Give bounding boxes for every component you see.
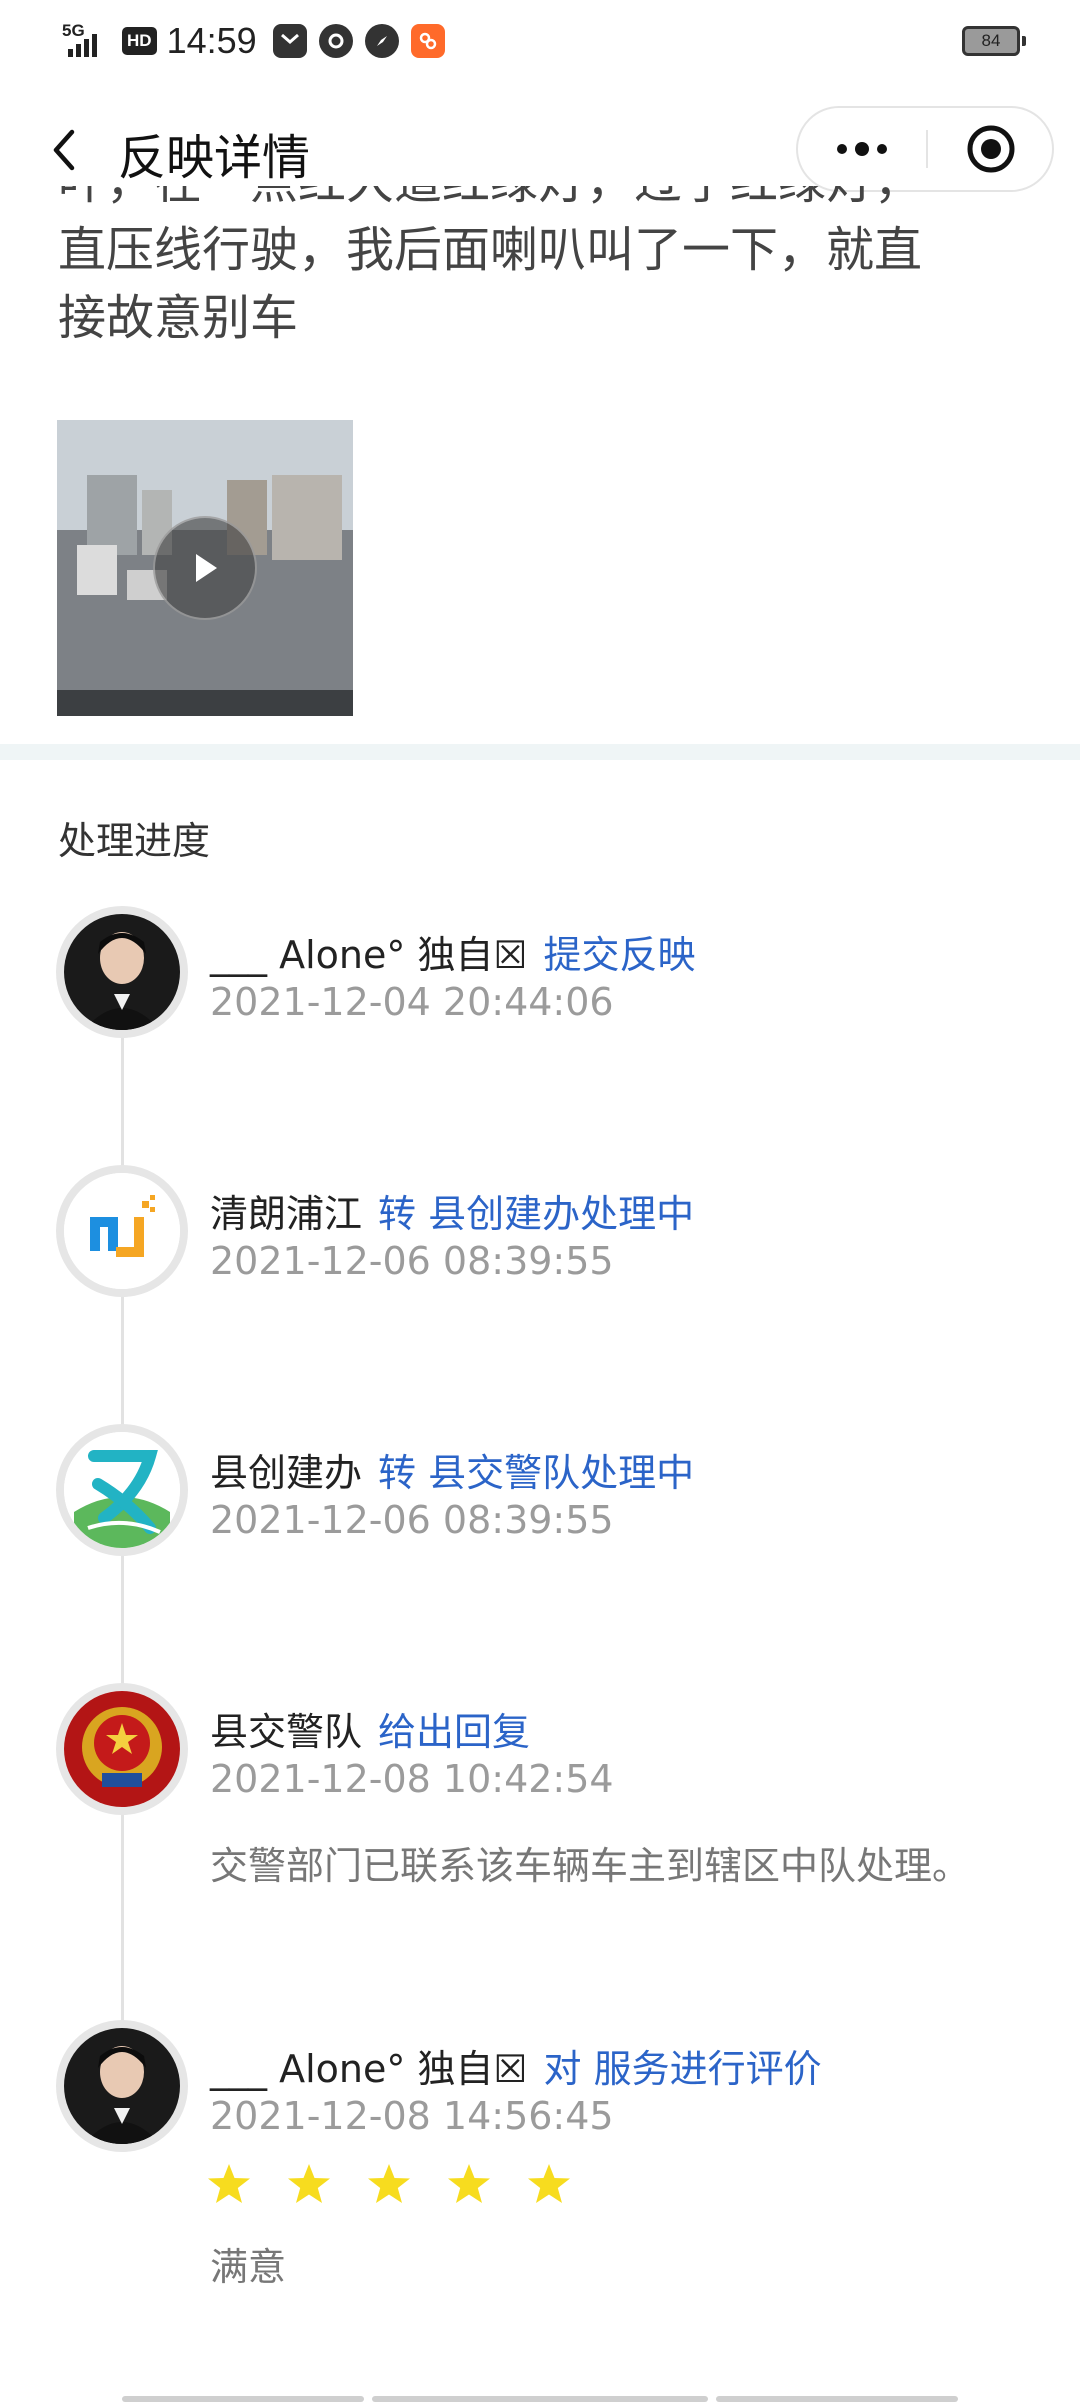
entry-user-name: 清朗浦江: [210, 1192, 363, 1236]
page-title: 反映详情: [118, 130, 311, 186]
rating-label: 满意: [210, 2245, 287, 2289]
play-button[interactable]: [153, 516, 257, 620]
avatar[interactable]: [56, 1165, 188, 1297]
status-bar: 5G HD 14:59 84: [0, 0, 1080, 82]
avatar[interactable]: [56, 906, 188, 1038]
status-left: 5G HD 14:59: [62, 14, 457, 68]
hd-badge: HD: [122, 27, 157, 55]
entry-user-name: ___ Alone° 独自☒: [210, 933, 528, 977]
wenming-logo: [64, 1432, 180, 1548]
star-icon: [208, 2164, 250, 2203]
section-separator: [0, 744, 1080, 760]
entry-timestamp: 2021-12-04 20:44:06: [210, 980, 614, 1024]
entry-user-name: 县交警队: [210, 1710, 363, 1754]
app-notification-icon: [318, 24, 353, 58]
chevron-left-icon: [53, 129, 75, 171]
more-button[interactable]: [798, 108, 926, 190]
bottom-handle: [716, 2396, 958, 2402]
star-icon: [288, 2164, 330, 2203]
target-close-icon: [967, 125, 1015, 173]
entry-action: 提交反映: [543, 933, 696, 977]
avatar[interactable]: [56, 1424, 188, 1556]
user-portrait-image: [64, 2028, 180, 2144]
rating-stars: [206, 2162, 572, 2206]
bottom-handle: [372, 2396, 708, 2402]
entry-timestamp: 2021-12-06 08:39:55: [210, 1239, 614, 1283]
entry-action: 给出回复: [378, 1710, 531, 1754]
qinglang-pujiang-logo: [64, 1173, 180, 1289]
mini-program-capsule: [796, 106, 1054, 192]
entry-timestamp: 2021-12-08 10:42:54: [210, 1757, 614, 1801]
entry-user-name: 县创建办: [210, 1451, 363, 1495]
signal-icon: 5G: [62, 21, 112, 61]
entry-action: 对 服务进行评价: [543, 2047, 822, 2091]
report-description: 叶，在一点红大道红绿灯，过了红绿灯， 直压线行驶，我后面喇叭叫了一下，就直 接故…: [58, 186, 1018, 352]
entry-action: 转 县创建办处理中: [378, 1192, 695, 1236]
progress-section-title: 处理进度: [58, 819, 211, 863]
entry-timestamp: 2021-12-06 08:39:55: [210, 1498, 614, 1542]
police-emblem: [64, 1691, 180, 1807]
play-icon: [196, 554, 217, 582]
user-portrait-image: [64, 914, 180, 1030]
description-line: 直压线行驶，我后面喇叭叫了一下，就直: [58, 222, 923, 278]
compass-icon: [364, 24, 399, 58]
star-icon: [448, 2164, 490, 2203]
entry-action: 转 县交警队处理中: [378, 1451, 695, 1495]
battery-icon: 84: [962, 26, 1026, 56]
avatar[interactable]: [56, 1683, 188, 1815]
star-icon: [528, 2164, 570, 2203]
description-line: 接故意别车: [58, 290, 299, 346]
status-time: 14:59: [166, 20, 257, 61]
star-icon: [368, 2164, 410, 2203]
entry-user-name: ___ Alone° 独自☒: [210, 2047, 528, 2091]
avatar[interactable]: [56, 2020, 188, 2152]
more-dots-icon: [837, 142, 887, 156]
description-clipped-line: 叶，在一点红大道红绿灯，过了红绿灯，: [58, 186, 1018, 216]
video-thumbnail[interactable]: [57, 420, 353, 716]
back-button[interactable]: [36, 122, 92, 178]
entry-timestamp: 2021-12-08 14:56:45: [210, 2094, 614, 2138]
bottom-handle: [122, 2396, 364, 2402]
nav-bar: 反映详情: [0, 100, 1080, 200]
close-mini-program-button[interactable]: [928, 108, 1054, 190]
message-icon: [272, 24, 307, 58]
app-badge-icon: [410, 24, 445, 58]
battery-level: 84: [981, 31, 1001, 50]
entry-reply-text: 交警部门已联系该车辆车主到辖区中队处理。: [210, 1844, 971, 1888]
